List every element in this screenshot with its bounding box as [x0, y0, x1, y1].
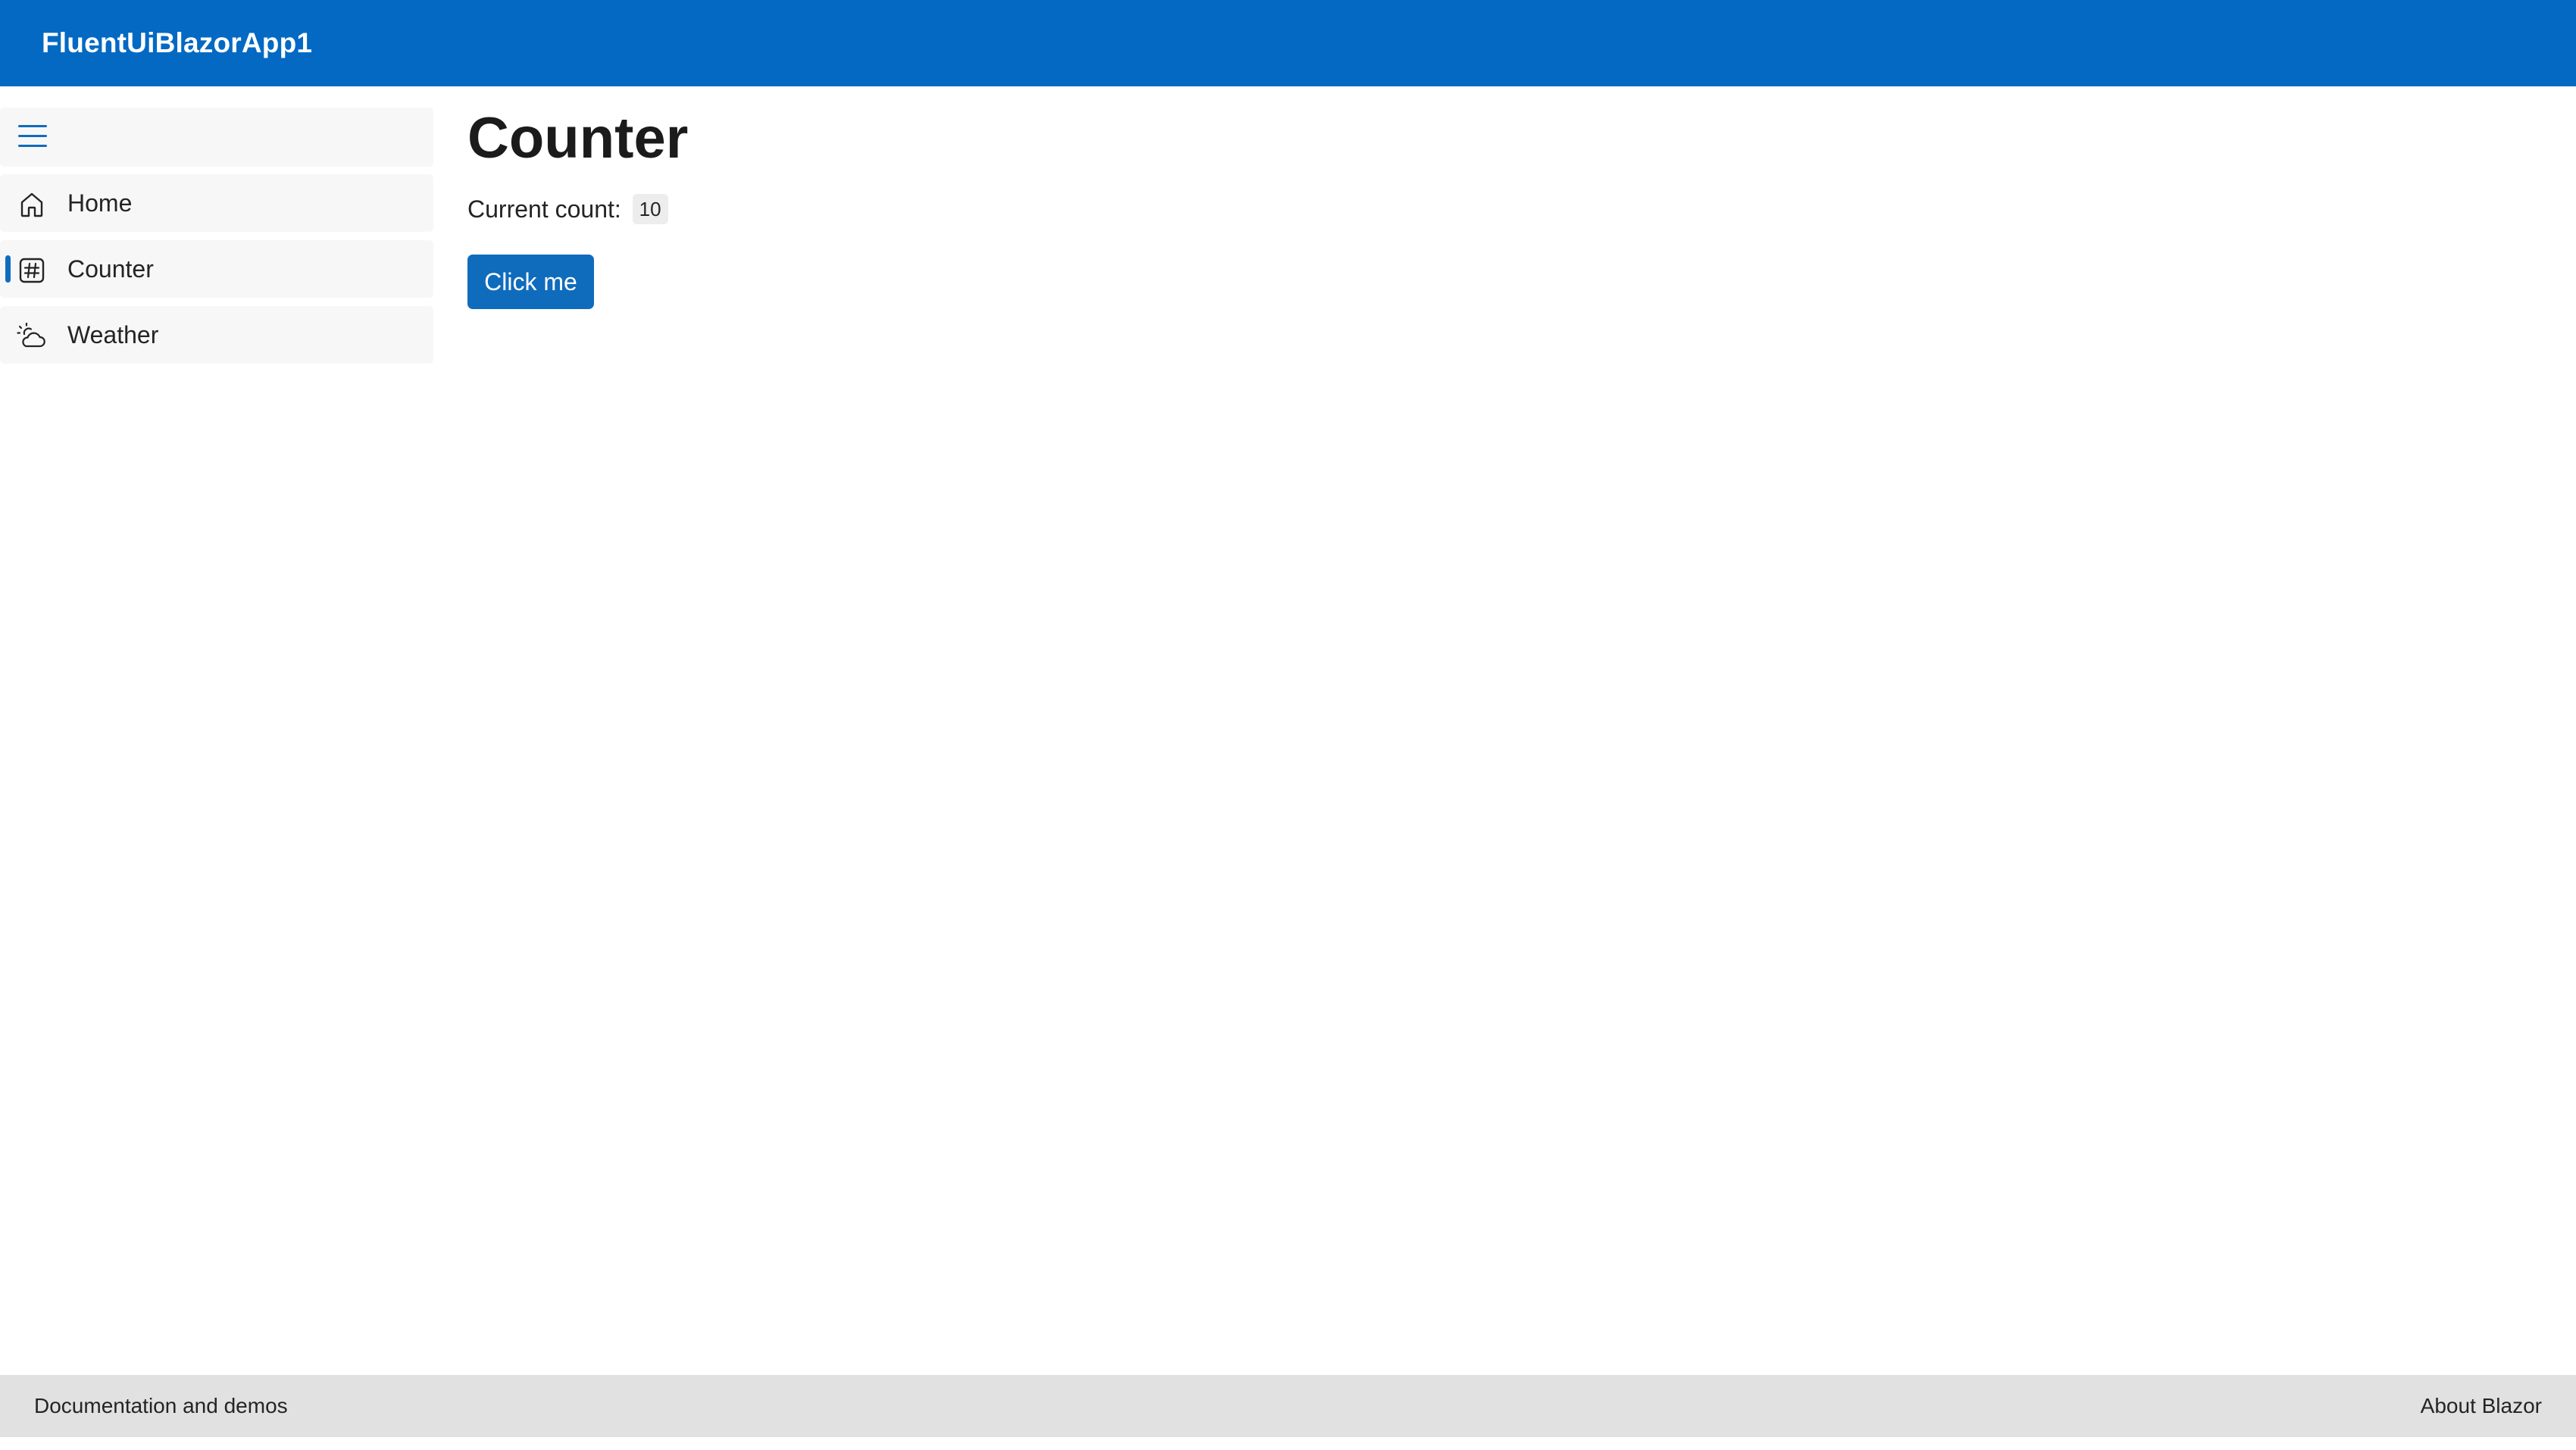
sidebar-item-label: Home	[67, 189, 133, 217]
page-title: Counter	[467, 106, 689, 170]
number-symbol-icon	[19, 258, 45, 283]
app-footer: Documentation and demos About Blazor	[0, 1375, 2576, 1437]
documentation-link[interactable]: Documentation and demos	[34, 1391, 288, 1421]
click-me-button[interactable]: Click me	[467, 255, 594, 309]
home-icon	[20, 192, 43, 217]
app-title[interactable]: FluentUiBlazorApp1	[42, 27, 312, 59]
sidebar-item-label: Weather	[67, 321, 159, 348]
current-count-line: Current count: 10	[467, 194, 668, 224]
sidebar-item-weather[interactable]: Weather	[0, 306, 433, 364]
sidebar-item-home[interactable]: Home	[0, 174, 433, 232]
current-count-label: Current count:	[467, 195, 621, 223]
about-blazor-link[interactable]: About Blazor	[2421, 1391, 2542, 1421]
menu-toggle-button[interactable]	[0, 108, 433, 167]
hamburger-menu-icon[interactable]	[18, 125, 47, 148]
sidebar-item-label: Counter	[67, 255, 154, 283]
sidebar-item-counter[interactable]: Counter	[0, 240, 433, 298]
app-header: FluentUiBlazorApp1	[0, 0, 2576, 86]
active-indicator	[5, 255, 11, 283]
weather-partly-cloudy-icon	[17, 322, 45, 348]
current-count-value: 10	[632, 194, 668, 224]
